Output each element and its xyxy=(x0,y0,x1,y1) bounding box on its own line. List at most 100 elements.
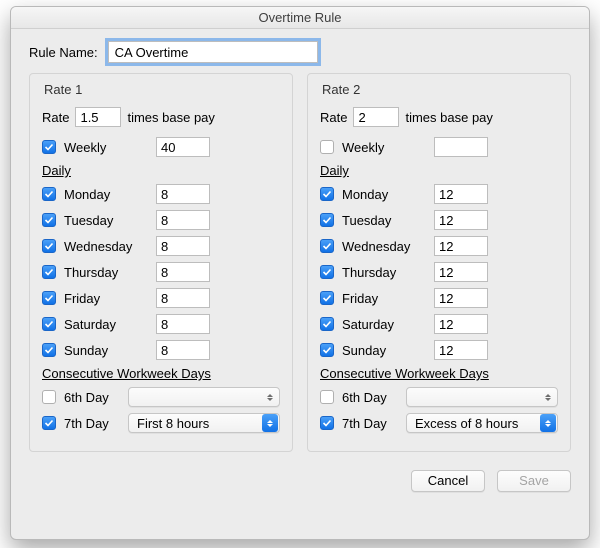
cancel-button[interactable]: Cancel xyxy=(411,470,485,492)
rate2-consecutive-label: Consecutive Workweek Days xyxy=(320,366,558,381)
rule-name-label: Rule Name: xyxy=(29,45,98,60)
rate1-tuesday-label: Tuesday xyxy=(64,213,152,228)
rate2-friday-label: Friday xyxy=(342,291,430,306)
rate1-consecutive-label: Consecutive Workweek Days xyxy=(42,366,280,381)
rate1-saturday-label: Saturday xyxy=(64,317,152,332)
rate2-7th-day-select[interactable]: Excess of 8 hours xyxy=(406,413,558,433)
rate2-7th-day-checkbox[interactable] xyxy=(320,416,334,430)
rate2-thursday-input[interactable] xyxy=(434,262,488,282)
rate2-saturday-input[interactable] xyxy=(434,314,488,334)
rate1-rate-label: Rate xyxy=(42,110,69,125)
check-icon xyxy=(44,267,54,277)
rate1-thursday-input[interactable] xyxy=(156,262,210,282)
check-icon xyxy=(322,189,332,199)
rate2-wednesday-input[interactable] xyxy=(434,236,488,256)
rate2-tuesday-label: Tuesday xyxy=(342,213,430,228)
rate1-weekly-label: Weekly xyxy=(64,140,152,155)
rate2-7th-day-label: 7th Day xyxy=(342,416,402,431)
save-button[interactable]: Save xyxy=(497,470,571,492)
rate2-friday-checkbox[interactable] xyxy=(320,291,334,305)
rate2-rate-input[interactable] xyxy=(353,107,399,127)
check-icon xyxy=(44,189,54,199)
rate2-thursday-label: Thursday xyxy=(342,265,430,280)
rate1-tuesday-checkbox[interactable] xyxy=(42,213,56,227)
rate2-weekly-input[interactable] xyxy=(434,137,488,157)
rate1-thursday-label: Thursday xyxy=(64,265,152,280)
check-icon xyxy=(322,319,332,329)
rate2-times-label: times base pay xyxy=(405,110,492,125)
rate1-7th-day-checkbox[interactable] xyxy=(42,416,56,430)
rate1-rate-input[interactable] xyxy=(75,107,121,127)
rate2-monday-label: Monday xyxy=(342,187,430,202)
rate2-wednesday-label: Wednesday xyxy=(342,239,430,254)
rate2-rate-label: Rate xyxy=(320,110,347,125)
overtime-rule-dialog: Overtime Rule Rule Name: Rate 1 Rate tim… xyxy=(10,6,590,540)
rate2-saturday-checkbox[interactable] xyxy=(320,317,334,331)
check-icon xyxy=(322,215,332,225)
check-icon xyxy=(322,345,332,355)
check-icon xyxy=(44,418,54,428)
rate2-weekly-checkbox[interactable] xyxy=(320,140,334,154)
rate1-wednesday-checkbox[interactable] xyxy=(42,239,56,253)
rate1-monday-label: Monday xyxy=(64,187,152,202)
rate1-6th-day-select[interactable] xyxy=(128,387,280,407)
rate2-sunday-label: Sunday xyxy=(342,343,430,358)
rate1-saturday-input[interactable] xyxy=(156,314,210,334)
rate1-sunday-checkbox[interactable] xyxy=(42,343,56,357)
rate1-times-label: times base pay xyxy=(127,110,214,125)
rate1-friday-checkbox[interactable] xyxy=(42,291,56,305)
check-icon xyxy=(322,418,332,428)
rate1-7th-day-label: 7th Day xyxy=(64,416,124,431)
rate2-daily-label: Daily xyxy=(320,163,558,178)
updown-icon xyxy=(262,414,278,432)
rate1-wednesday-input[interactable] xyxy=(156,236,210,256)
rate1-tuesday-input[interactable] xyxy=(156,210,210,230)
rate2-6th-day-label: 6th Day xyxy=(342,390,402,405)
rate1-weekly-checkbox[interactable] xyxy=(42,140,56,154)
rule-name-input[interactable] xyxy=(108,41,318,63)
rate1-title: Rate 1 xyxy=(44,82,280,97)
updown-icon xyxy=(262,388,278,406)
rate2-sunday-input[interactable] xyxy=(434,340,488,360)
check-icon xyxy=(44,215,54,225)
check-icon xyxy=(322,293,332,303)
rate1-wednesday-label: Wednesday xyxy=(64,239,152,254)
rate1-group: Rate 1 Rate times base pay Weekly Daily … xyxy=(29,73,293,452)
rate2-6th-day-select[interactable] xyxy=(406,387,558,407)
rate1-monday-checkbox[interactable] xyxy=(42,187,56,201)
rate1-thursday-checkbox[interactable] xyxy=(42,265,56,279)
rate1-friday-label: Friday xyxy=(64,291,152,306)
rate1-sunday-label: Sunday xyxy=(64,343,152,358)
updown-icon xyxy=(540,388,556,406)
check-icon xyxy=(322,241,332,251)
window-title: Overtime Rule xyxy=(11,7,589,29)
rate1-weekly-input[interactable] xyxy=(156,137,210,157)
rate2-wednesday-checkbox[interactable] xyxy=(320,239,334,253)
rate2-tuesday-checkbox[interactable] xyxy=(320,213,334,227)
rate2-friday-input[interactable] xyxy=(434,288,488,308)
rate2-monday-input[interactable] xyxy=(434,184,488,204)
rate2-title: Rate 2 xyxy=(322,82,558,97)
rate1-monday-input[interactable] xyxy=(156,184,210,204)
rate1-sunday-input[interactable] xyxy=(156,340,210,360)
rate1-daily-label: Daily xyxy=(42,163,280,178)
rate2-weekly-label: Weekly xyxy=(342,140,430,155)
rate2-6th-day-checkbox[interactable] xyxy=(320,390,334,404)
rate1-7th-day-select[interactable]: First 8 hours xyxy=(128,413,280,433)
rate2-thursday-checkbox[interactable] xyxy=(320,265,334,279)
check-icon xyxy=(44,345,54,355)
check-icon xyxy=(44,293,54,303)
rate2-tuesday-input[interactable] xyxy=(434,210,488,230)
rate2-sunday-checkbox[interactable] xyxy=(320,343,334,357)
rate2-saturday-label: Saturday xyxy=(342,317,430,332)
rate2-group: Rate 2 Rate times base pay Weekly Daily … xyxy=(307,73,571,452)
check-icon xyxy=(44,142,54,152)
rate1-saturday-checkbox[interactable] xyxy=(42,317,56,331)
check-icon xyxy=(44,241,54,251)
rate1-friday-input[interactable] xyxy=(156,288,210,308)
rate1-6th-day-label: 6th Day xyxy=(64,390,124,405)
rate2-monday-checkbox[interactable] xyxy=(320,187,334,201)
rate1-6th-day-checkbox[interactable] xyxy=(42,390,56,404)
updown-icon xyxy=(540,414,556,432)
check-icon xyxy=(322,267,332,277)
